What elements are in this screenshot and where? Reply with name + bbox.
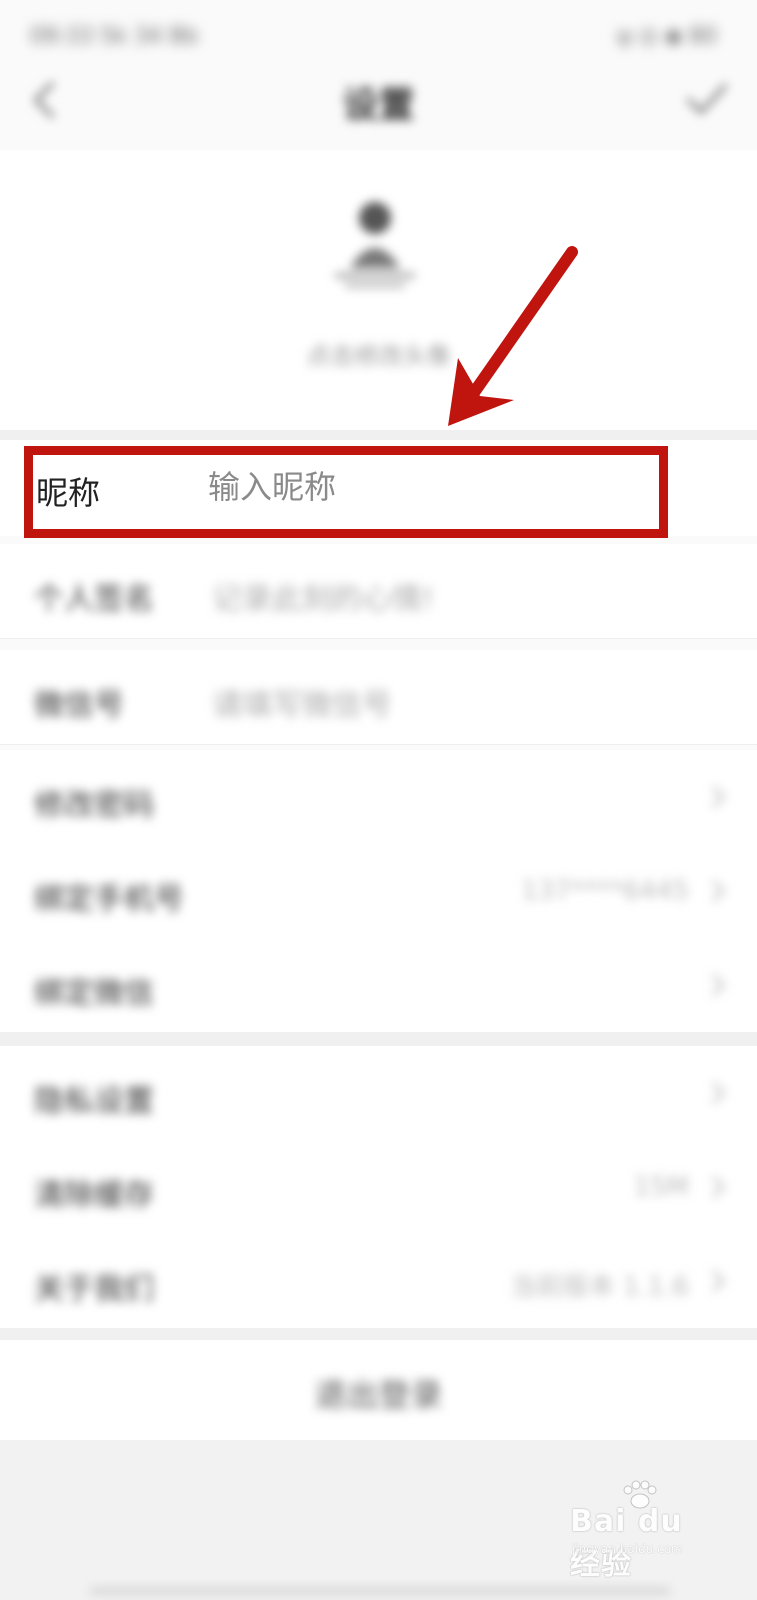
cache-size-value: 15M <box>633 1172 689 1202</box>
avatar[interactable] <box>320 188 430 298</box>
baidu-jingyan-watermark: Bai du 经验 jingyan.baidu.com <box>570 1480 720 1582</box>
row-label: 绑定手机号 <box>34 882 184 917</box>
chevron-right-icon <box>711 879 726 903</box>
signature-row[interactable]: 个人签名 记录此刻的心情! <box>0 544 757 639</box>
logout-button[interactable]: 退出登录 <box>0 1340 757 1440</box>
signature-input[interactable]: 记录此刻的心情! <box>212 574 434 618</box>
section-divider <box>0 1328 757 1340</box>
logout-label: 退出登录 <box>314 1376 443 1414</box>
change-password-row[interactable]: 修改密码 <box>0 750 757 845</box>
wechat-id-input[interactable]: 请填写微信号 <box>212 680 392 724</box>
chevron-right-icon <box>711 1175 726 1199</box>
header: 设置 <box>0 60 757 150</box>
avatar-section: 点击修改头像 <box>0 150 757 430</box>
row-label: 微信号 <box>34 688 124 723</box>
section-divider <box>0 430 757 440</box>
section-divider <box>0 1032 757 1046</box>
row-label: 绑定微信 <box>34 976 154 1011</box>
row-label: 隐私设置 <box>34 1084 154 1119</box>
wechat-id-row[interactable]: 微信号 请填写微信号 <box>0 650 757 745</box>
nickname-row[interactable]: 昵称 <box>0 440 757 536</box>
row-label: 清除缓存 <box>34 1178 154 1213</box>
nickname-input[interactable] <box>208 462 628 512</box>
nickname-label: 昵称 <box>36 474 101 512</box>
row-label: 关于我们 <box>34 1272 154 1307</box>
avatar-hint: 点击修改头像 <box>306 342 451 370</box>
page-title: 设置 <box>342 85 415 126</box>
app-version-value: 当前版本 1.1.6 <box>510 1272 689 1302</box>
settings-page: 09:33 5k 34 Bb ψ ◎ ◆ 80 设置 点击修改头像 昵称 个人签… <box>0 0 757 1600</box>
checkmark-icon[interactable] <box>685 78 729 122</box>
bound-phone-value: 137****6445 <box>521 876 689 906</box>
privacy-settings-row[interactable]: 隐私设置 <box>0 1046 757 1141</box>
chevron-right-icon <box>711 785 726 809</box>
row-label: 个人签名 <box>34 582 154 617</box>
chevron-right-icon <box>711 1269 726 1293</box>
about-us-row[interactable]: 关于我们 当前版本 1.1.6 <box>0 1234 757 1329</box>
home-indicator <box>90 1588 670 1594</box>
status-time: 09:33 5k 34 Bb <box>30 24 199 49</box>
row-label: 修改密码 <box>34 788 154 823</box>
watermark-url: jingyan.baidu.com <box>572 1542 683 1556</box>
status-icons: ψ ◎ ◆ 80 <box>617 24 717 49</box>
chevron-right-icon <box>711 1081 726 1105</box>
chevron-right-icon <box>711 973 726 997</box>
clear-cache-row[interactable]: 清除缓存 15M <box>0 1140 757 1235</box>
bind-phone-row[interactable]: 绑定手机号 137****6445 <box>0 844 757 939</box>
bind-wechat-row[interactable]: 绑定微信 <box>0 938 757 1033</box>
